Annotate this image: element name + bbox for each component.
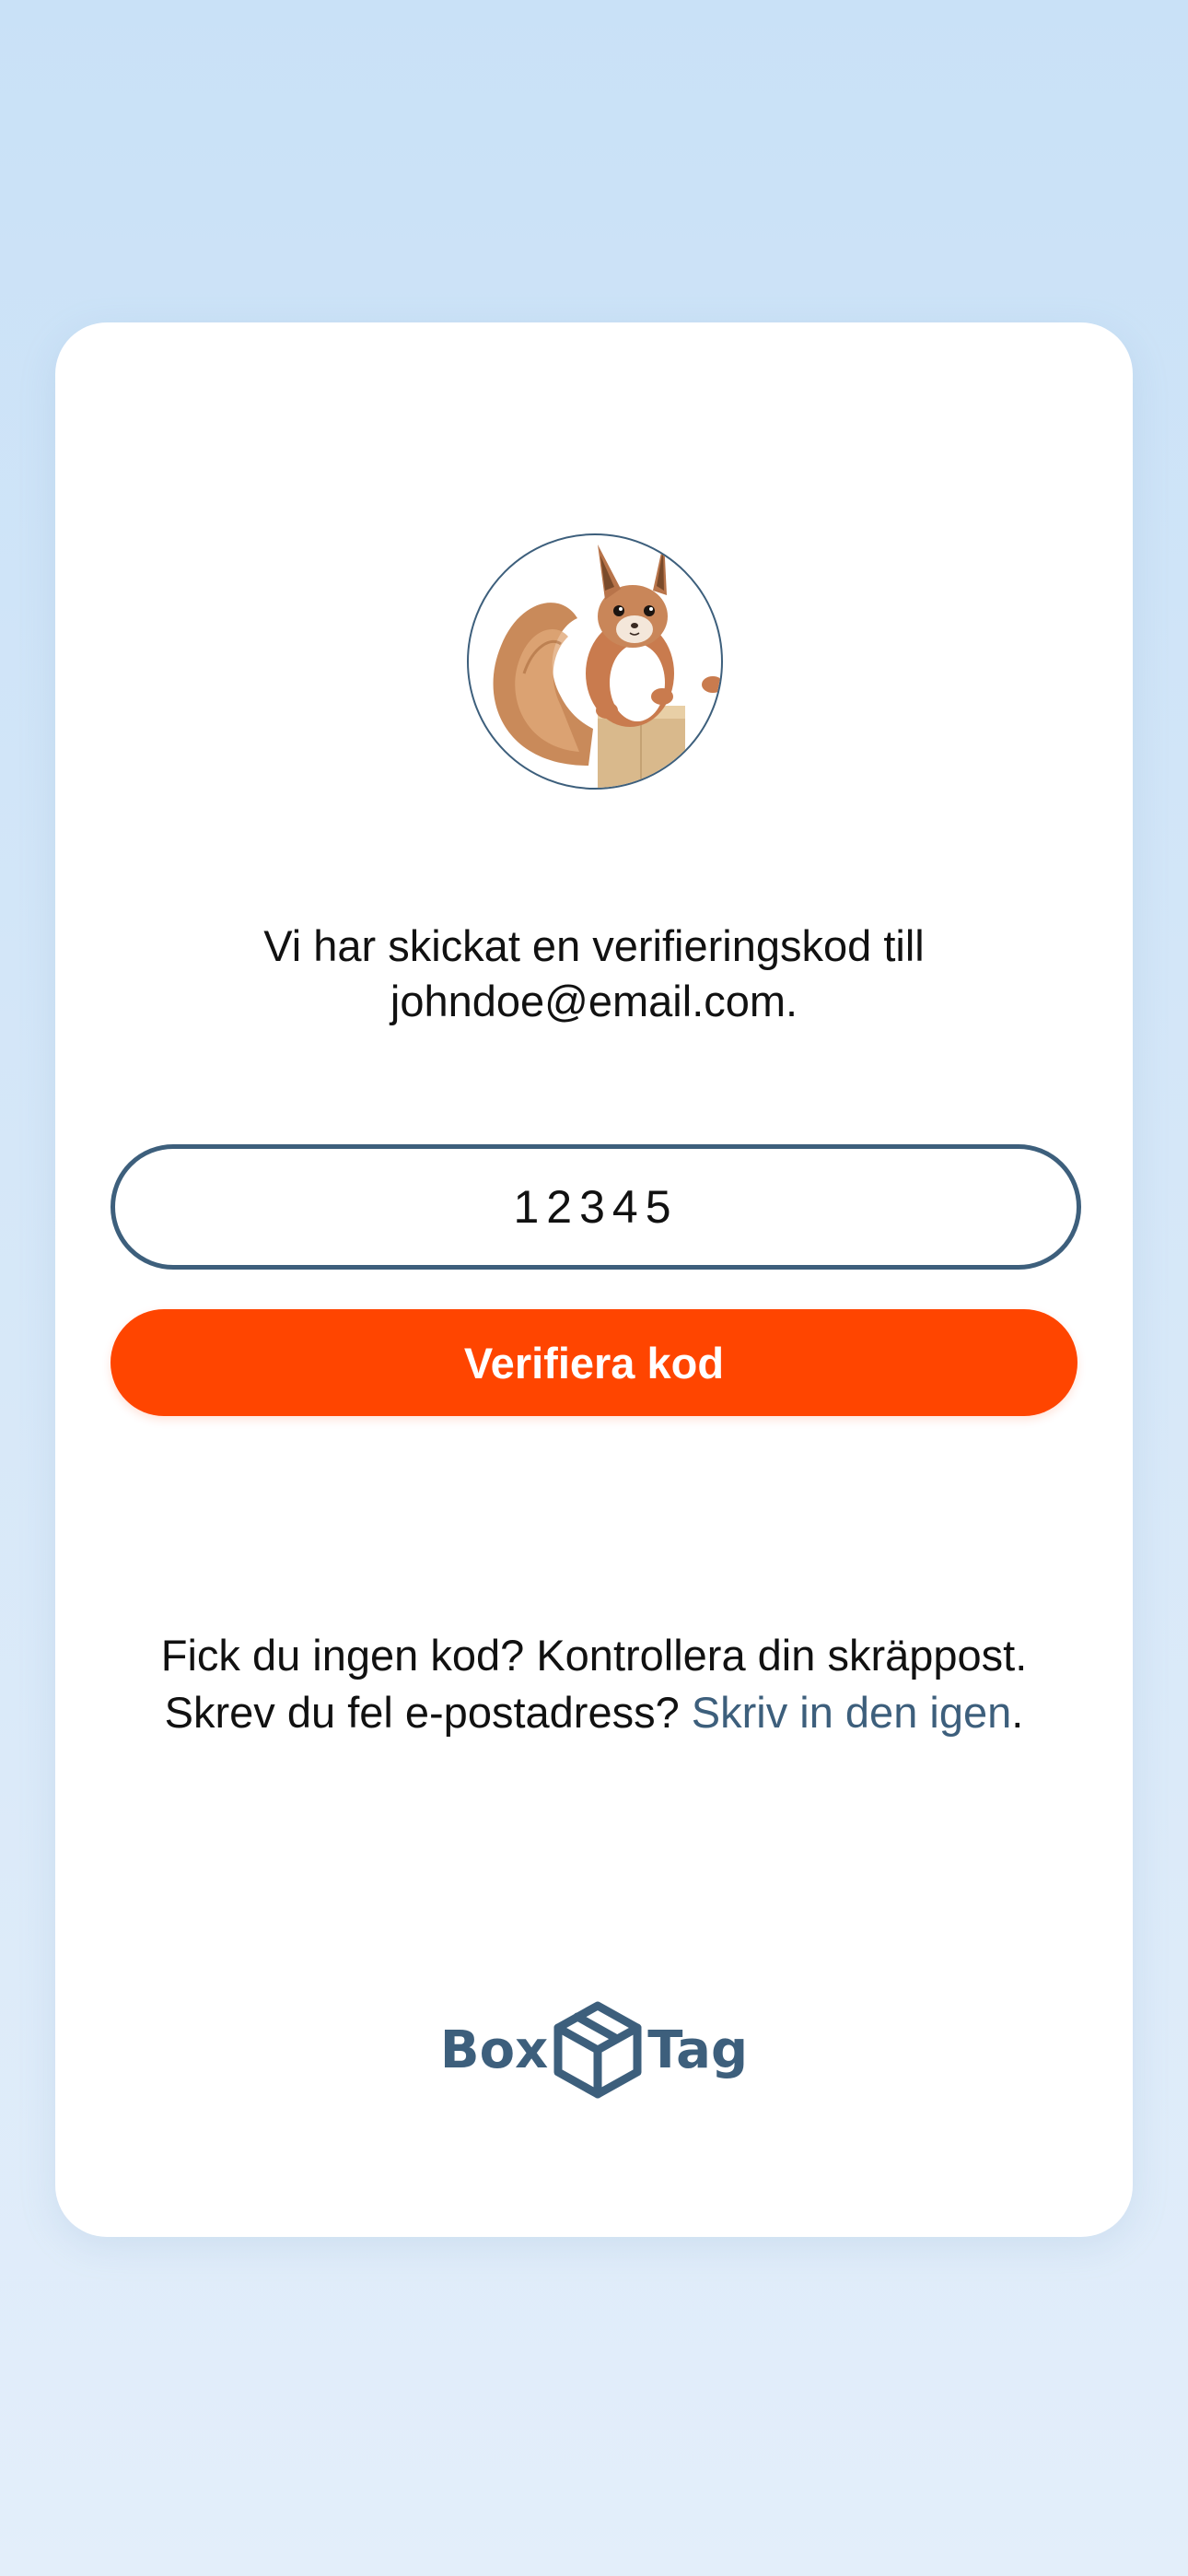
verification-message: Vi har skickat en verifieringskod till j… [129, 919, 1059, 1029]
reenter-hint-prefix: Skrev du fel e-postadress? [164, 1688, 692, 1737]
boxtag-logo: Box Tag [437, 1999, 751, 2101]
squirrel-avatar [467, 533, 723, 790]
spam-hint: Fick du ingen kod? Kontrollera din skräp… [160, 1631, 1028, 1680]
logo-text-box: Box [439, 2020, 549, 2080]
verification-card: Vi har skickat en verifieringskod till j… [55, 322, 1133, 2237]
reenter-email-link[interactable]: Skriv in den igen [692, 1688, 1011, 1737]
help-text: Fick du ingen kod? Kontrollera din skräp… [111, 1627, 1077, 1741]
reenter-hint-suffix: . [1011, 1688, 1024, 1737]
verification-code-input[interactable] [111, 1144, 1081, 1270]
reenter-hint: Skrev du fel e-postadress? Skriv in den … [111, 1684, 1077, 1741]
verification-email: johndoe@email.com. [390, 977, 798, 1025]
box-icon [552, 2000, 644, 2100]
verify-code-button[interactable]: Verifiera kod [111, 1309, 1077, 1416]
logo-text-tag: Tag [647, 2020, 749, 2080]
verification-message-line1: Vi har skickat en verifieringskod till [263, 921, 925, 970]
